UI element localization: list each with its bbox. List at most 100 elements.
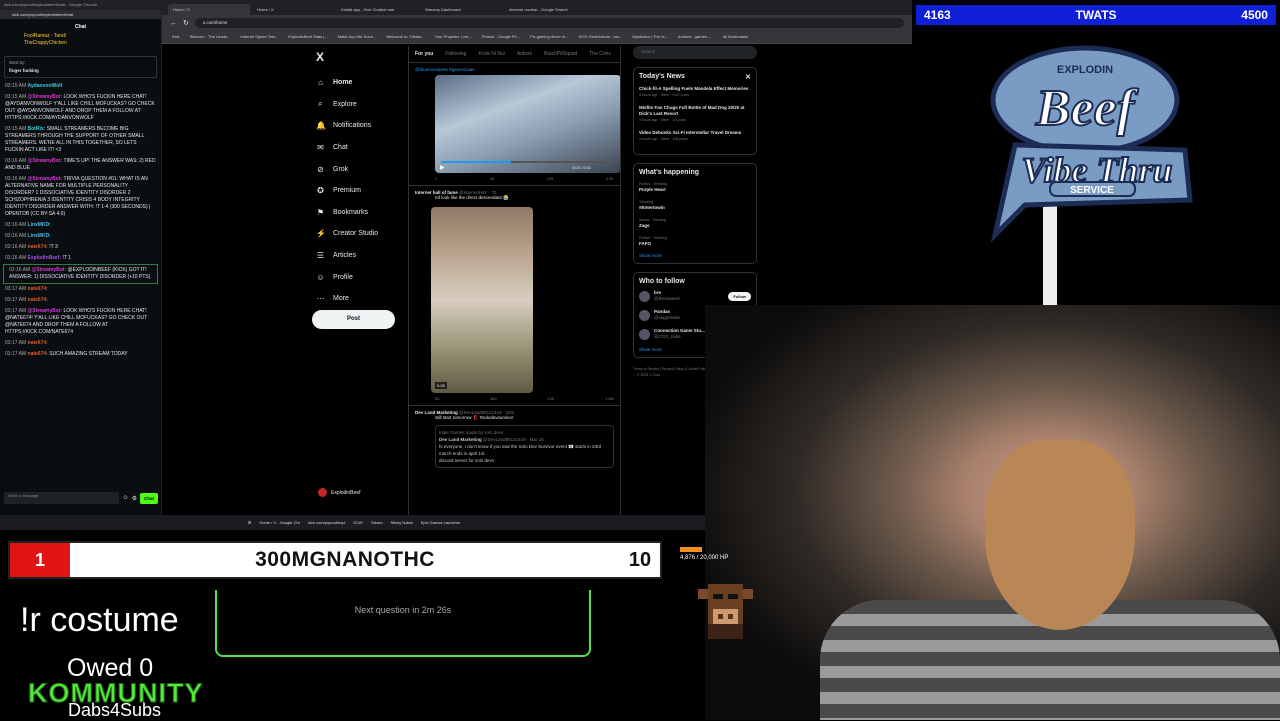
search-input[interactable]: Search	[633, 46, 757, 59]
repost-count[interactable]: 18	[490, 176, 494, 181]
bookmark-item[interactable]: ExplodinBeef Stats |...	[288, 34, 327, 40]
message-user[interactable]: nate674:	[28, 297, 48, 303]
message-user[interactable]: @StreamyBot:	[28, 176, 64, 182]
browser-tab[interactable]: Home / X	[168, 4, 250, 15]
message-user[interactable]: LinxMKD:	[28, 222, 51, 228]
news-item[interactable]: Video Debunks Sci-Fi Interstellar Travel…	[639, 130, 751, 142]
nav-item-chat[interactable]: ✉ Chat	[312, 137, 412, 159]
browser-tab[interactable]: Kiddat.app - Kick Chatbot and	[336, 4, 418, 15]
nav-item-bookmarks[interactable]: ⚑ Bookmarks	[312, 202, 412, 224]
news-item[interactable]: Chick-fil-A Spelling Fuels Mandela Effec…	[639, 86, 751, 98]
chat-message[interactable]: 03:17 AM @StreamyBot: LOOK WHO'S FUCKIN …	[0, 306, 161, 338]
view-count[interactable]: 4.9K	[606, 176, 614, 181]
nav-item-more[interactable]: ⋯ More	[312, 288, 412, 310]
nav-item-premium[interactable]: ✪ Premium	[312, 180, 412, 202]
chat-message[interactable]: 03:17 AM nate674:	[0, 284, 161, 295]
message-user[interactable]: nate674:	[28, 286, 48, 292]
trend-item[interactable]: Politics · Trending Purple Heart	[639, 181, 751, 193]
feed-tab[interactable]: Kook Ni Nui	[478, 51, 504, 57]
chat-message[interactable]: 03:16 AM ExplodinBeef: !t 1	[0, 253, 161, 264]
chat-message[interactable]: 03:15 AM BotRix: Small streamers become …	[0, 124, 161, 156]
bookmark-item[interactable]: Andrew - games -...	[678, 34, 713, 40]
message-user[interactable]: BotRix:	[28, 126, 47, 132]
nav-item-explore[interactable]: ⌕ Explore	[312, 94, 412, 116]
emote-icon[interactable]: ☺	[122, 495, 128, 501]
chat-message[interactable]: 03:15 AM AydanvonWolf	[0, 81, 161, 92]
bookmark-item[interactable]: Your Projector | cre...	[435, 34, 472, 40]
bookmark-item[interactable]: Make Any Mic Soun...	[338, 34, 377, 40]
bookmark-item[interactable]: Kick	[172, 34, 180, 40]
chat-message-list[interactable]: 03:15 AM AydanvonWolf 03:15 AM @StreamyB…	[0, 81, 161, 469]
taskbar-item[interactable]: Sticky Notes	[391, 520, 413, 525]
nav-item-grok[interactable]: ⊘ Grok	[312, 158, 412, 180]
taskbar-item[interactable]: kick.com/popout/expl	[308, 520, 345, 525]
bookmark-item[interactable]: Starcum - The Leade...	[190, 34, 231, 40]
reload-icon[interactable]: ↻	[183, 19, 189, 27]
bookmark-item[interactable]: Fix gaming driver m...	[530, 34, 568, 40]
message-user[interactable]: nate674:	[28, 351, 50, 357]
bookmark-item[interactable]: KICK Restrictions - mo...	[579, 34, 623, 40]
feed-tab[interactable]: ButchPitSquad	[544, 51, 577, 57]
trend-item[interactable]: Politics · Trending FAFO	[639, 235, 751, 247]
tweet-media[interactable]: 0:05	[431, 207, 533, 393]
chat-send-button[interactable]: Chat	[140, 492, 158, 504]
message-user[interactable]: LinxMKD:	[28, 233, 51, 239]
feed-tab[interactable]: Following	[445, 51, 466, 57]
message-user[interactable]: @StreamyBot:	[28, 94, 64, 100]
nav-item-articles[interactable]: ☰ Articles	[312, 245, 412, 267]
chat-message[interactable]: 03:15 AM @StreamyBot: LOOK WHO'S FUCKIN …	[0, 92, 161, 124]
pinned-message[interactable]: Sent by: finger fucking	[4, 56, 157, 78]
browser-tab[interactable]: dimeme nuclear - Google Search	[504, 4, 586, 15]
chat-message[interactable]: 03:16 AM LinxMKD:	[0, 231, 161, 242]
chat-message[interactable]: 03:17 AM nate674:	[0, 295, 161, 306]
video-progress[interactable]	[441, 161, 615, 163]
chat-message[interactable]: 03:17 AM nate674:	[0, 338, 161, 349]
trend-item[interactable]: Sports · Trending Zags	[639, 217, 751, 229]
tweet-video[interactable]: @bluemoonpets #gamescaae ▶ 0:03 / 0:01 1…	[409, 63, 620, 186]
like-count[interactable]: 10K	[547, 396, 554, 401]
taskbar-item[interactable]: Steam	[371, 520, 383, 525]
nav-item-profile[interactable]: ☺ Profile	[312, 266, 412, 288]
back-icon[interactable]: ←	[170, 20, 177, 27]
x-logo-icon[interactable]: X	[312, 46, 412, 72]
reply-count[interactable]: 56	[435, 396, 439, 401]
follow-suggestion[interactable]: bre @BreSweetz Follow	[639, 290, 751, 302]
news-item[interactable]: Misfits Fan Chugs Full Bottle of Mad Dog…	[639, 105, 751, 123]
nav-item-notifications[interactable]: 🔔 Notifications	[312, 115, 412, 137]
message-user[interactable]: ExplodinBeef:	[28, 255, 63, 261]
chat-message[interactable]: 03:16 AM @StreamyBot: @EXPLODINBEEF (KIC…	[3, 264, 158, 284]
bookmark-item[interactable]: All Bookmarks	[723, 34, 749, 40]
windows-start-icon[interactable]: ⊞	[248, 520, 251, 525]
address-bar[interactable]: x.com/home	[194, 18, 904, 28]
feed-tab[interactable]: Autism	[517, 51, 532, 57]
reply-count[interactable]: 1	[435, 176, 437, 181]
chat-message[interactable]: 03:16 AM @StreamyBot: TIME'S UP! THE ANS…	[0, 156, 161, 174]
quoted-tweet[interactable]: Indie Games made by solo devs Dev Land M…	[435, 425, 614, 468]
message-user[interactable]: nate674:	[28, 340, 48, 346]
trend-item[interactable]: Trending #Entertowin	[639, 199, 751, 211]
repost-count[interactable]: 464	[490, 396, 497, 401]
play-icon[interactable]: ▶	[440, 164, 445, 171]
taskbar-item[interactable]: Home / X - Google Chr	[259, 520, 300, 525]
feed-tab[interactable]: For you	[415, 51, 433, 57]
chat-message[interactable]: 03:16 AM @StreamyBot: TRIVIA QUESTION #0…	[0, 174, 161, 220]
message-user[interactable]: AydanvonWolf	[28, 83, 63, 89]
chat-message[interactable]: 03:16 AM nate674: !t 3	[0, 242, 161, 253]
video-player[interactable]: ▶ 0:03 / 0:01	[435, 75, 620, 173]
bookmark-item[interactable]: Mysticism | The Ia...	[632, 34, 667, 40]
bookmark-item[interactable]: Photos - Google Ph...	[482, 34, 520, 40]
bookmark-item[interactable]: Welcome to: Olidao...	[386, 34, 424, 40]
message-user[interactable]: @StreamyBot:	[28, 308, 64, 314]
view-count[interactable]: 1.8M	[605, 396, 614, 401]
bookmark-item[interactable]: Internet Speed Test...	[240, 34, 278, 40]
feed-tab[interactable]: The Conv	[589, 51, 611, 57]
tweet-quote[interactable]: Dev Land Marketing @DevLand85121419 · 42…	[409, 406, 620, 472]
account-switcher[interactable]: ExplodinBeef	[318, 488, 360, 497]
chat-message[interactable]: 03:17 AM nate674: such amazing stream to…	[0, 349, 161, 360]
post-button[interactable]: Post	[312, 310, 395, 329]
follow-button[interactable]: Follow	[728, 291, 751, 301]
taskbar-item[interactable]: Epic Games Launcher	[421, 520, 461, 525]
close-icon[interactable]: ✕	[745, 73, 751, 81]
browser-tab[interactable]: Home / X	[252, 4, 334, 15]
message-user[interactable]: @StreamyBot:	[28, 158, 64, 164]
